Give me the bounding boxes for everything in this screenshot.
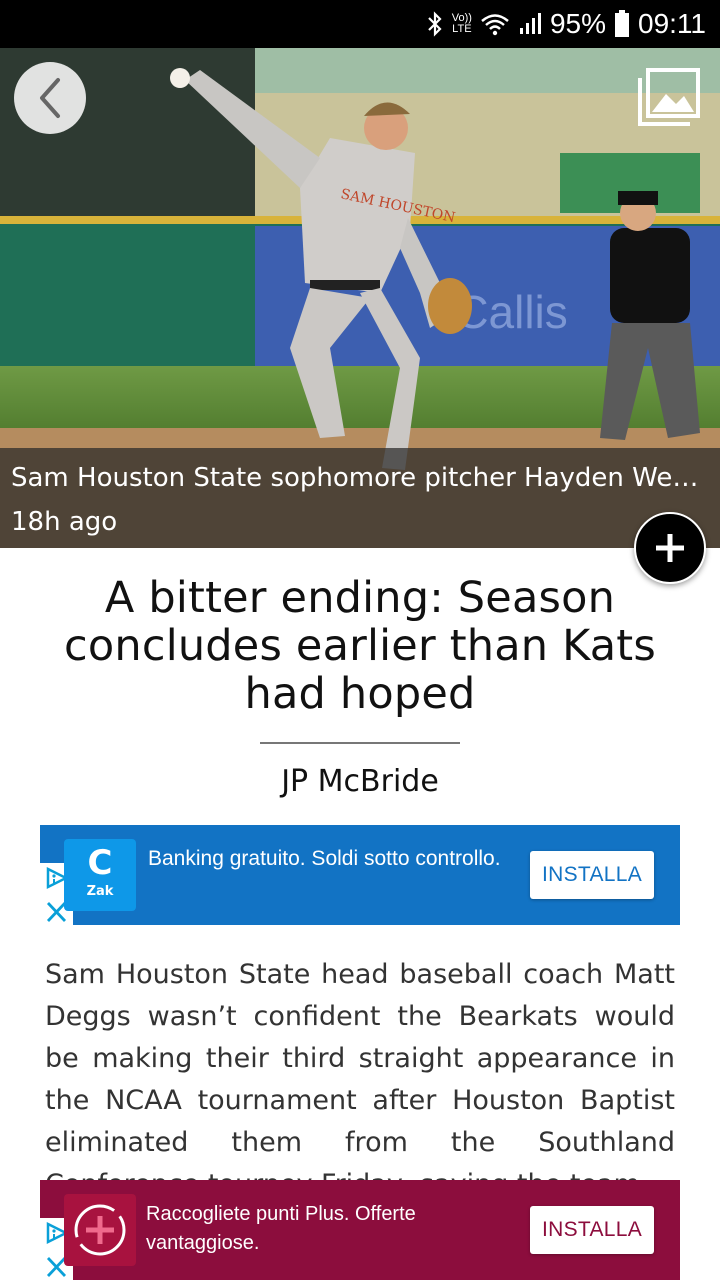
battery-percent: 95% (549, 8, 606, 39)
plus-circle-icon (74, 1204, 126, 1256)
ad-app-logo[interactable] (64, 1194, 136, 1266)
gallery-icon (638, 68, 700, 126)
caption-timestamp: 18h ago (11, 507, 118, 537)
clock: 09:11 (638, 8, 706, 39)
wifi-icon (481, 14, 509, 36)
back-button[interactable] (14, 62, 86, 134)
hero-image[interactable]: ·Callis SAM HOUSTON Sam Houston State so… (0, 48, 720, 548)
article-author: JP McBride (281, 764, 439, 799)
status-bar: Vo)) LTE 95% 09:11 (0, 0, 720, 48)
bluetooth-icon (427, 11, 442, 37)
install-button[interactable]: INSTALLA (530, 851, 654, 899)
headline-divider (260, 742, 460, 744)
ad-text[interactable]: Banking gratuito. Soldi sotto controllo. (148, 843, 518, 875)
photo-caption: Sam Houston State sophomore pitcher Hayd… (0, 448, 720, 548)
caption-text: Sam Houston State sophomore pitcher Hayd… (11, 463, 708, 493)
install-button[interactable]: INSTALLA (530, 1206, 654, 1254)
article-body: Sam Houston State head baseball coach Ma… (45, 959, 675, 1180)
ad-banner-bottom[interactable]: Raccogliete punti Plus. Offerte vantaggi… (40, 1180, 680, 1280)
gallery-button[interactable] (636, 66, 702, 128)
battery-icon (615, 10, 629, 37)
ad-text[interactable]: Raccogliete punti Plus. Offerte vantaggi… (146, 1200, 516, 1258)
ad-app-logo[interactable]: C Zak (64, 839, 136, 911)
plus-icon (656, 534, 684, 562)
article-headline: A bitter ending: Season concludes earlie… (64, 573, 656, 719)
signal-icon (519, 13, 541, 34)
back-arrow-icon (40, 78, 60, 118)
network-type: Vo)) LTE (451, 12, 472, 35)
ad-banner-top[interactable]: C Zak Banking gratuito. Soldi sotto cont… (40, 825, 680, 925)
